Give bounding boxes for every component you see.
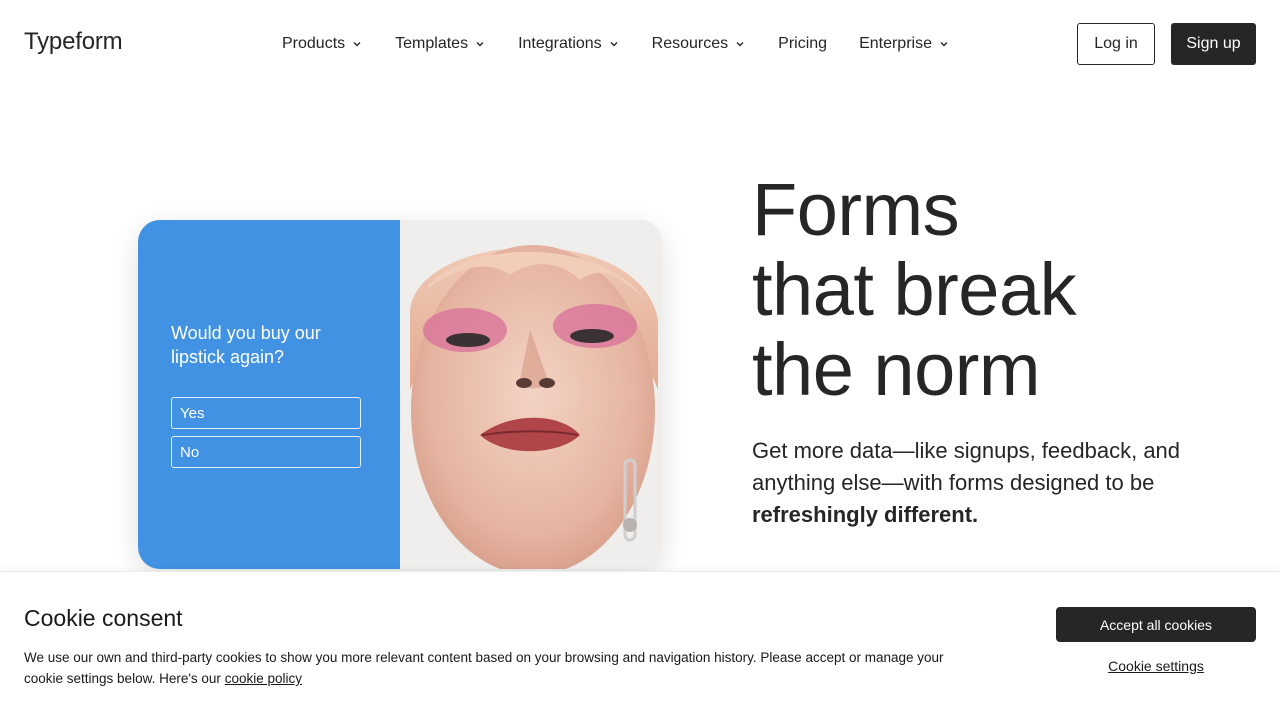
nav-products-label: Products <box>282 35 346 52</box>
nav-enterprise[interactable]: Enterprise <box>859 33 950 55</box>
hero-title-line: the norm <box>752 328 1041 411</box>
site-header: Typeform Products Templates Integrations… <box>0 0 1280 88</box>
hero-title: Forms that break the norm <box>752 168 1077 411</box>
nav-resources[interactable]: Resources <box>652 33 746 55</box>
hero-subtitle-text: Get more data—like signups, feedback, an… <box>752 438 1181 495</box>
hero-form-card: Would you buy our lipstick again? Yes No <box>138 220 662 569</box>
hero-title-line: that break <box>752 248 1077 331</box>
accept-all-cookies-button[interactable]: Accept all cookies <box>1056 607 1256 642</box>
form-option-no[interactable]: No <box>171 436 361 468</box>
hero-title-line: Forms <box>752 168 960 251</box>
nav-templates[interactable]: Templates <box>395 33 486 55</box>
cookie-consent-banner: Cookie consent We use our own and third-… <box>0 571 1280 720</box>
chevron-down-icon <box>351 38 363 50</box>
chevron-down-icon <box>474 38 486 50</box>
signup-button[interactable]: Sign up <box>1171 23 1256 65</box>
cookie-settings-link[interactable]: Cookie settings <box>1056 658 1256 674</box>
typeform-logo[interactable]: Typeform <box>24 28 123 56</box>
nav-pricing-label: Pricing <box>778 35 828 52</box>
nav-pricing[interactable]: Pricing <box>778 33 827 55</box>
cookie-description: We use our own and third-party cookies t… <box>24 647 984 689</box>
chevron-down-icon <box>608 38 620 50</box>
chevron-down-icon <box>938 38 950 50</box>
form-question-panel: Would you buy our lipstick again? Yes No <box>138 220 400 569</box>
hero-subtitle-emphasis: refreshingly different. <box>752 502 979 527</box>
form-option-yes[interactable]: Yes <box>171 397 361 429</box>
nav-resources-label: Resources <box>651 35 729 52</box>
main-nav: Products Templates Integrations Resource… <box>282 33 982 55</box>
cookie-description-text: We use our own and third-party cookies t… <box>24 650 944 686</box>
nav-templates-label: Templates <box>395 35 469 52</box>
chevron-down-icon <box>734 38 746 50</box>
model-photo <box>400 220 662 569</box>
nav-integrations[interactable]: Integrations <box>518 33 620 55</box>
form-question: Would you buy our lipstick again? <box>171 323 321 367</box>
cookie-policy-link[interactable]: cookie policy <box>225 671 302 686</box>
login-button[interactable]: Log in <box>1077 23 1155 65</box>
hero-subtitle: Get more data—like signups, feedback, an… <box>752 435 1212 531</box>
nav-products[interactable]: Products <box>282 33 363 55</box>
nav-integrations-label: Integrations <box>518 35 602 52</box>
nav-enterprise-label: Enterprise <box>859 35 932 52</box>
cookie-title: Cookie consent <box>24 605 183 631</box>
